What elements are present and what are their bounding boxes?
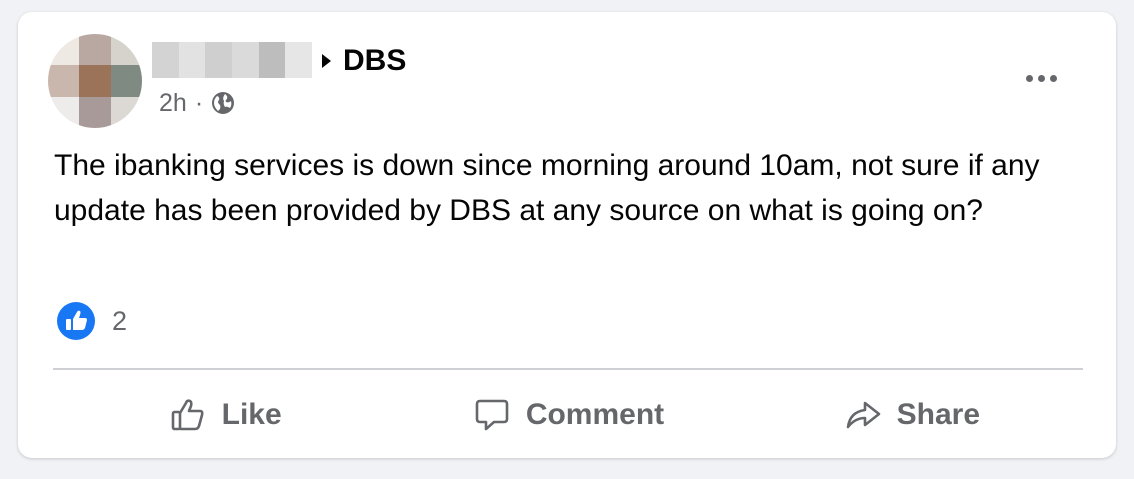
post-actions-bar: Like Comment Share <box>53 388 1083 442</box>
author-name-redacted[interactable] <box>152 42 313 78</box>
comment-label: Comment <box>525 398 665 431</box>
reaction-summary[interactable]: 2 <box>56 301 127 341</box>
share-arrow-icon <box>846 401 880 429</box>
comment-button[interactable]: Comment <box>396 388 739 442</box>
share-label: Share <box>896 398 981 431</box>
more-dot-icon <box>1037 74 1045 82</box>
caret-right-icon <box>322 54 331 68</box>
avatar[interactable] <box>48 34 142 128</box>
post-card: DBS 2h · The ibanking services is down s… <box>18 12 1116 458</box>
thumbs-up-icon <box>171 399 204 431</box>
meta-separator: · <box>194 89 204 117</box>
divider <box>53 368 1083 370</box>
post-meta: 2h · <box>159 88 235 118</box>
globe-icon <box>212 92 235 114</box>
more-options-button[interactable] <box>1018 64 1064 92</box>
like-button[interactable]: Like <box>53 388 396 442</box>
reaction-count: 2 <box>112 305 128 336</box>
share-button[interactable]: Share <box>740 388 1083 442</box>
group-name-link[interactable]: DBS <box>343 43 406 79</box>
comment-icon <box>475 399 509 431</box>
post-timestamp[interactable]: 2h <box>159 88 187 118</box>
more-dot-icon <box>1025 74 1033 82</box>
like-label: Like <box>221 398 282 431</box>
post-body-text: The ibanking services is down since morn… <box>54 149 1040 227</box>
more-dot-icon <box>1049 74 1057 82</box>
like-badge-icon <box>57 302 95 340</box>
